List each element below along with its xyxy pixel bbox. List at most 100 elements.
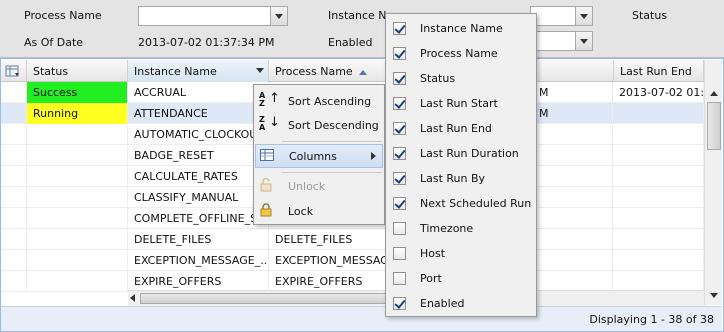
cell-status: Running (27, 103, 128, 124)
checkbox[interactable] (393, 122, 406, 135)
vertical-scroll-thumb[interactable] (707, 102, 721, 150)
cell-instance: ATTENDANCE (128, 103, 269, 124)
column-option-label: Last Run Duration (420, 147, 519, 160)
header-context-menu: AZ ↑ Sort Ascending ZA ↓ Sort Descending… (253, 84, 385, 225)
checkbox[interactable] (393, 197, 406, 210)
enabled-label: Enabled (328, 36, 373, 49)
columns-submenu: Instance Name Process Name Status Last Run … (385, 13, 537, 317)
column-option-timezone[interactable]: Timezone (387, 216, 537, 241)
column-option-label: Last Run By (420, 172, 486, 185)
column-option-last-run-end[interactable]: Last Run End (387, 116, 537, 141)
column-header-instance-name[interactable]: Instance Name (128, 60, 269, 82)
table-row[interactable]: EXPIRE_OFFERS EXPIRE_OFFERS (1, 271, 704, 292)
enabled-input[interactable] (530, 31, 578, 51)
row-selector-cell (1, 145, 27, 166)
menu-label: Lock (288, 204, 314, 218)
column-header-instance-label: Instance Name (134, 65, 217, 78)
column-header-status[interactable]: Status (27, 60, 128, 82)
menu-item-unlock[interactable]: Unlock (255, 174, 383, 198)
menu-separator (282, 141, 382, 142)
cell-last-run-end (613, 103, 704, 124)
checkbox[interactable] (393, 222, 406, 235)
cell-process: EXCEPTION_MESSAGE_ (269, 250, 387, 271)
cell-status (27, 145, 128, 166)
column-option-last-run-start[interactable]: Last Run Start (387, 91, 537, 116)
row-selector-cell (1, 82, 27, 103)
cell-status (27, 187, 128, 208)
cell-instance: COMPLETE_OFFLINE_S... (128, 208, 269, 229)
column-option-status[interactable]: Status (387, 66, 537, 91)
submenu-arrow-icon (371, 152, 376, 160)
as-of-date-label: As Of Date (24, 36, 84, 49)
column-option-last-run-duration[interactable]: Last Run Duration (387, 141, 537, 166)
cell-process: EXPIRE_OFFERS (269, 271, 387, 292)
column-option-label: Last Run End (420, 122, 492, 135)
menu-label: Columns (289, 149, 337, 163)
header-menu-trigger-icon[interactable] (256, 68, 264, 73)
instance-name-dropdown-button[interactable] (575, 6, 593, 26)
process-name-dropdown-button[interactable] (270, 6, 288, 26)
menu-item-columns[interactable]: Columns (255, 144, 383, 168)
cell-instance: EXPIRE_OFFERS (128, 271, 269, 292)
horizontal-scroll-thumb[interactable] (140, 293, 390, 304)
process-name-input[interactable] (138, 6, 271, 26)
checkbox[interactable] (393, 72, 406, 85)
status-filter-label: Status (632, 9, 668, 22)
scroll-left-arrow-icon[interactable] (130, 294, 135, 302)
paging-display-text: Displaying 1 - 38 of 38 (589, 313, 714, 326)
scroll-down-arrow-icon[interactable] (707, 288, 721, 302)
chevron-down-icon (275, 13, 283, 19)
columns-icon (260, 149, 274, 164)
column-option-label: Enabled (420, 297, 465, 310)
instance-name-input[interactable] (530, 6, 578, 26)
column-chooser-icon[interactable] (1, 60, 27, 82)
column-option-next-scheduled-run[interactable]: Next Scheduled Run (387, 191, 537, 216)
table-row[interactable]: DELETE_FILES DELETE_FILES (1, 229, 704, 250)
column-option-enabled[interactable]: Enabled (387, 291, 537, 316)
checkbox[interactable] (393, 172, 406, 185)
column-option-label: Instance Name (420, 22, 503, 35)
cell-last-run-end (613, 250, 704, 271)
cell-status (27, 250, 128, 271)
checkbox[interactable] (393, 247, 406, 260)
checkbox[interactable] (393, 272, 406, 285)
chevron-down-icon (580, 13, 588, 19)
cell-last-run-end (613, 166, 704, 187)
column-option-label: Status (420, 72, 456, 85)
column-option-label: Process Name (420, 47, 498, 60)
scroll-up-arrow-icon[interactable] (707, 86, 721, 100)
checkbox[interactable] (393, 147, 406, 160)
menu-label: Sort Descending (288, 118, 379, 132)
column-option-process-name[interactable]: Process Name (387, 41, 537, 66)
menu-separator (282, 172, 382, 173)
column-option-label: Host (420, 247, 446, 260)
checkbox[interactable] (393, 47, 406, 60)
cell-process: DELETE_FILES (269, 229, 387, 250)
cell-last-run-end (613, 187, 704, 208)
column-header-last-run-end[interactable]: Last Run End (613, 60, 704, 82)
column-option-host[interactable]: Host (387, 241, 537, 266)
row-selector-cell (1, 166, 27, 187)
checkbox[interactable] (393, 22, 406, 35)
grid-header: Status Instance Name Process Name Last R… (1, 60, 704, 82)
row-selector-cell (1, 103, 27, 124)
lock-icon (260, 203, 272, 220)
column-option-port[interactable]: Port (387, 266, 537, 291)
row-selector-cell (1, 229, 27, 250)
menu-item-lock[interactable]: Lock (255, 199, 383, 223)
column-option-last-run-by[interactable]: Last Run By (387, 166, 537, 191)
cell-instance: DELETE_FILES (128, 229, 269, 250)
menu-label: Sort Ascending (288, 94, 372, 108)
row-selector-cell (1, 250, 27, 271)
vertical-scrollbar[interactable] (704, 60, 722, 305)
unlock-icon (260, 177, 272, 195)
table-row[interactable]: EXCEPTION_MESSAGE_...EXCEPTION_MESSAGE_ (1, 250, 704, 271)
checkbox[interactable] (393, 97, 406, 110)
menu-item-sort-descending[interactable]: ZA ↓ Sort Descending (255, 113, 383, 137)
column-header-process-name[interactable]: Process Name (269, 60, 387, 82)
checkbox[interactable] (393, 297, 406, 310)
menu-item-sort-ascending[interactable]: AZ ↑ Sort Ascending (255, 89, 383, 113)
cell-status (27, 271, 128, 292)
enabled-dropdown-button[interactable] (575, 31, 593, 51)
column-option-instance-name[interactable]: Instance Name (387, 16, 537, 41)
